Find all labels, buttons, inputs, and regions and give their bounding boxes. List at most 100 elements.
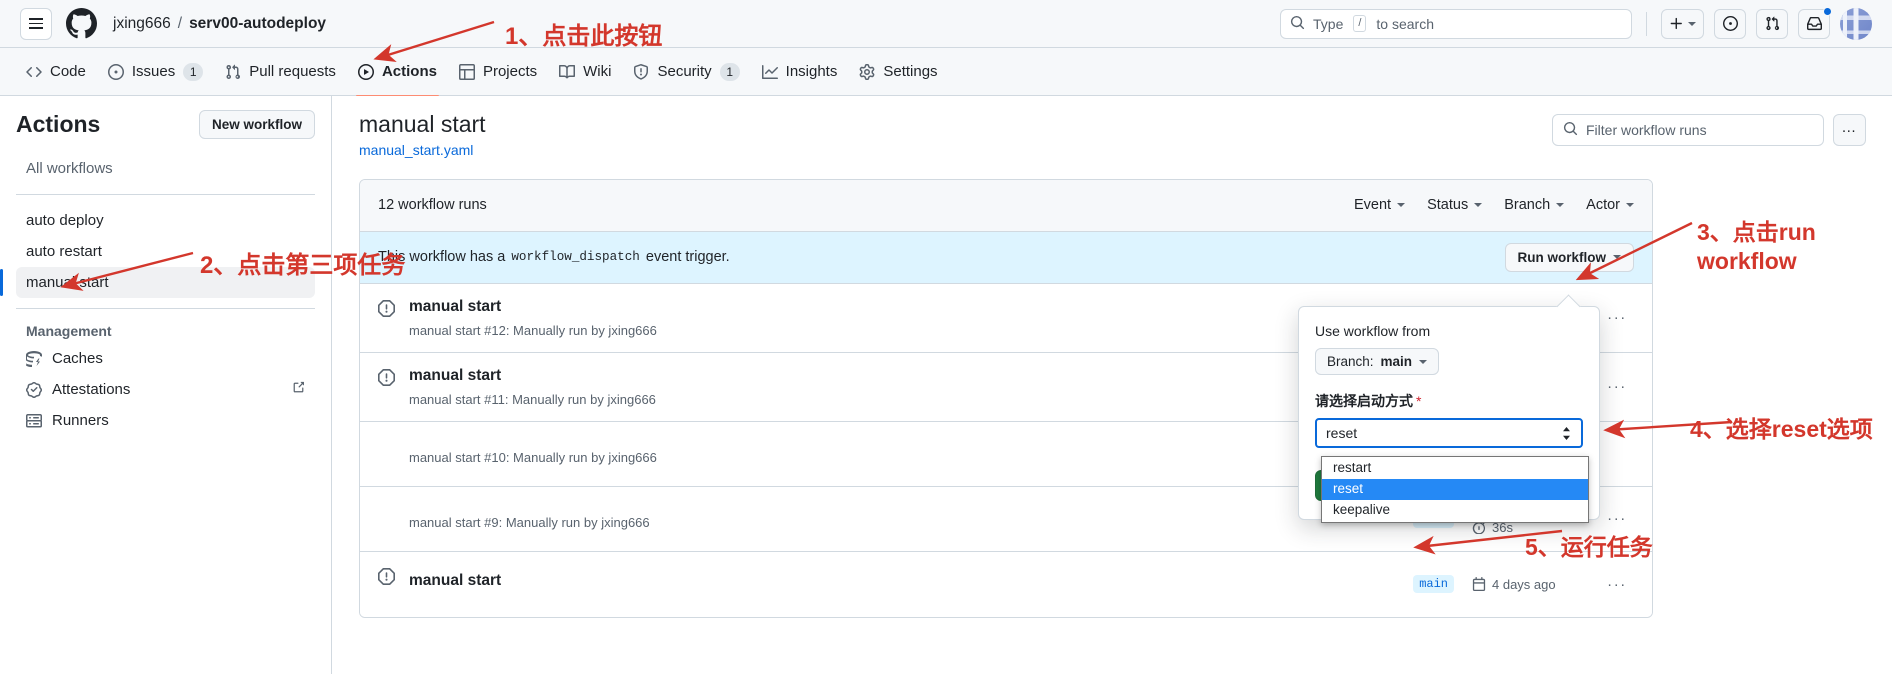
workflow-options-button[interactable]: … [1833, 114, 1866, 146]
tab-security-label: Security [657, 63, 712, 80]
sidebar-divider-2 [16, 308, 315, 309]
sidebar-divider-1 [16, 194, 315, 195]
run-details: manual start [409, 572, 1413, 597]
graph-icon [761, 64, 778, 79]
workflow-header-actions: Filter workflow runs … [1552, 110, 1866, 146]
breadcrumb-separator: / [177, 14, 183, 32]
option-reset[interactable]: reset [1322, 478, 1588, 500]
hamburger-icon[interactable] [20, 7, 52, 40]
new-workflow-button[interactable]: New workflow [198, 110, 315, 139]
run-subtitle: manual start #9: Manually run by jxing66… [409, 514, 650, 530]
run-title[interactable]: manual start [409, 367, 1413, 385]
chevron-down-icon [1397, 203, 1406, 208]
breadcrumb-owner[interactable]: jxing666 [113, 15, 171, 33]
plus-icon [1670, 17, 1682, 30]
filter-branch[interactable]: Branch [1504, 197, 1565, 214]
sidebar-item-all-workflows[interactable]: All workflows [16, 153, 315, 184]
run-subtitle: manual start #12: Manually run by jxing6… [409, 322, 657, 338]
option-restart[interactable]: restart [1322, 458, 1588, 479]
search-slash-key: / [1353, 15, 1367, 32]
tab-insights-label: Insights [785, 63, 838, 80]
filter-actor[interactable]: Actor [1586, 197, 1634, 213]
tab-issues-count: 1 [183, 62, 204, 81]
calendar-icon [1472, 577, 1486, 592]
search-placeholder-pre: Type [1313, 15, 1344, 32]
tab-issues[interactable]: Issues 1 [98, 55, 213, 89]
tab-projects[interactable]: Projects [449, 55, 547, 89]
dispatch-event-code: workflow_dispatch [511, 250, 640, 265]
annotation-5: 5、运行任务 [1525, 534, 1653, 560]
gear-icon [859, 63, 875, 80]
workflow-file-link[interactable]: manual_start.yaml [359, 142, 473, 158]
server-icon [26, 413, 42, 427]
breadcrumb: jxing666 / serv00-autodeploy [113, 15, 326, 33]
run-workflow-dropdown-button[interactable]: Run workflow [1504, 242, 1634, 272]
filter-event-label: Event [1354, 197, 1392, 214]
branch-name-label: main [1380, 354, 1413, 369]
filter-placeholder: Filter workflow runs [1586, 122, 1707, 138]
run-title[interactable]: manual start [409, 298, 1413, 316]
annotation-2: 2、点击第三项任务 [200, 252, 406, 279]
git-pull-request-icon [226, 64, 241, 79]
breadcrumb-repo[interactable]: serv00-autodeploy [189, 15, 326, 33]
startup-mode-option-list[interactable]: restart reset keepalive [1321, 456, 1589, 523]
workflow-header: manual start manual_start.yaml Filter wo… [359, 110, 1866, 160]
option-keepalive[interactable]: keepalive [1322, 500, 1588, 521]
branch-prefix-label: Branch: [1327, 354, 1374, 369]
row-options-button[interactable]: ··· [1600, 378, 1634, 395]
your-pull-requests-button[interactable] [1756, 8, 1788, 39]
row-options-button[interactable]: ··· [1600, 576, 1634, 593]
pull-request-icon [1765, 16, 1779, 31]
github-logo-icon[interactable] [66, 8, 97, 39]
search-input[interactable]: Type / to search [1280, 8, 1632, 39]
issues-icon [1722, 16, 1738, 31]
filter-status[interactable]: Status [1427, 197, 1483, 213]
tab-actions[interactable]: Actions [348, 55, 447, 97]
row-options-button[interactable]: ··· [1600, 510, 1634, 527]
startup-mode-select[interactable]: reset restart reset keepalive [1315, 418, 1589, 523]
your-issues-button[interactable] [1714, 8, 1746, 39]
branch-selector-button[interactable]: Branch: main [1315, 348, 1440, 375]
workflow-title: manual start [359, 111, 486, 137]
required-mark: * [1416, 393, 1422, 409]
skipped-icon [378, 368, 398, 391]
sidebar-item-attestations[interactable]: Attestations [16, 374, 315, 405]
run-details: manual start manual start #11: Manually … [409, 367, 1413, 407]
notifications-button[interactable] [1798, 6, 1832, 39]
run-date-group: 4 days ago [1472, 577, 1600, 592]
workflow-title-group: manual start manual_start.yaml [359, 110, 486, 160]
skipped-icon [378, 299, 398, 322]
filter-branch-label: Branch [1504, 197, 1551, 214]
tab-security[interactable]: Security 1 [623, 55, 749, 89]
table-row[interactable]: manual start main 4 days ago ··· [360, 551, 1652, 617]
run-title[interactable]: manual start [409, 572, 1413, 590]
github-actions-page: jxing666 / serv00-autodeploy Type / to s… [0, 0, 1892, 674]
avatar[interactable] [1840, 7, 1872, 40]
filter-event[interactable]: Event [1354, 197, 1406, 214]
tab-pull-requests-label: Pull requests [249, 63, 336, 80]
create-new-button[interactable] [1661, 8, 1704, 39]
annotation-4: 4、选择reset选项 [1690, 416, 1873, 442]
filter-workflow-runs-input[interactable]: Filter workflow runs [1552, 114, 1824, 146]
sidebar-item-runners[interactable]: Runners [16, 405, 315, 436]
table-icon [458, 63, 475, 80]
play-icon [357, 63, 374, 80]
tab-actions-label: Actions [381, 63, 437, 80]
row-options-button[interactable]: ··· [1600, 309, 1634, 326]
tab-code[interactable]: Code [16, 55, 96, 89]
sidebar-item-auto-deploy[interactable]: auto deploy [16, 205, 315, 236]
branch-badge[interactable]: main [1413, 575, 1454, 594]
chevron-down-icon [1556, 203, 1565, 208]
chevron-down-icon [1613, 255, 1621, 260]
tab-insights[interactable]: Insights [752, 55, 848, 89]
filter-actor-label: Actor [1586, 197, 1620, 214]
tab-security-count: 1 [719, 62, 740, 81]
sidebar-item-caches[interactable]: Caches [16, 343, 315, 374]
tab-pull-requests[interactable]: Pull requests [215, 55, 346, 89]
book-icon [559, 64, 576, 78]
tab-settings[interactable]: Settings [849, 55, 947, 89]
tab-wiki[interactable]: Wiki [549, 55, 621, 89]
shield-icon [634, 63, 649, 80]
chevron-down-icon [1626, 203, 1634, 208]
header-right-group: Type / to search [1280, 6, 1872, 40]
